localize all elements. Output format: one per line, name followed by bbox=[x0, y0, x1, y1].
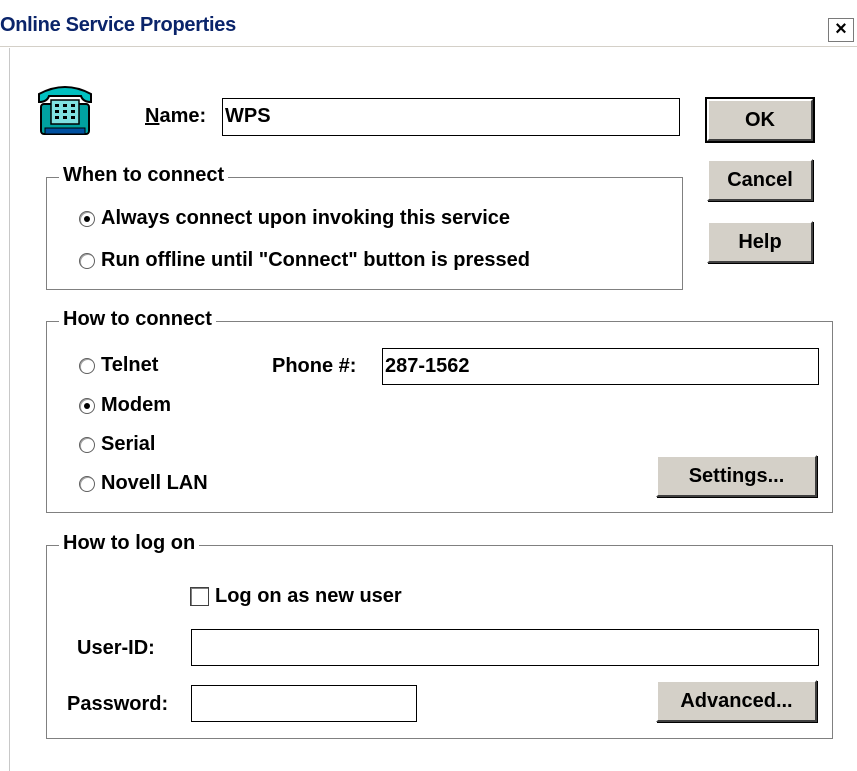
settings-button[interactable]: Settings... bbox=[656, 455, 817, 497]
radio-button[interactable] bbox=[79, 357, 95, 374]
title-bar: Online Service Properties × bbox=[0, 0, 857, 47]
radio-novell-lan[interactable]: Novell LAN bbox=[79, 472, 208, 495]
when-to-connect-group: When to connect Always connect upon invo… bbox=[46, 164, 683, 290]
how-to-log-on-title: How to log on bbox=[59, 532, 200, 555]
radio-always-connect[interactable]: Always connect upon invoking this servic… bbox=[79, 207, 510, 230]
new-user-label: Log on as new user bbox=[215, 585, 402, 607]
radio-button[interactable] bbox=[79, 397, 95, 414]
telephone-icon bbox=[37, 80, 93, 140]
new-user-checkbox[interactable] bbox=[190, 587, 209, 606]
when-to-connect-title: When to connect bbox=[59, 164, 229, 187]
userid-label: User-ID: bbox=[77, 637, 155, 659]
name-field[interactable]: WPS bbox=[222, 98, 680, 136]
radio-serial[interactable]: Serial bbox=[79, 433, 155, 456]
radio-button[interactable] bbox=[79, 436, 95, 453]
how-to-connect-group: How to connect Telnet Modem Serial Novel… bbox=[46, 308, 833, 513]
password-field[interactable] bbox=[191, 685, 417, 722]
radio-modem[interactable]: Modem bbox=[79, 394, 171, 417]
window-title: Online Service Properties bbox=[0, 14, 236, 36]
radio-button[interactable] bbox=[79, 210, 95, 227]
ok-button[interactable]: OK bbox=[705, 97, 815, 143]
password-label: Password: bbox=[67, 693, 169, 715]
advanced-button[interactable]: Advanced... bbox=[656, 680, 817, 722]
radio-label: Modem bbox=[101, 394, 171, 416]
radio-run-offline[interactable]: Run offline until "Connect" button is pr… bbox=[79, 249, 530, 272]
phone-label: Phone #: bbox=[272, 355, 357, 377]
help-button[interactable]: Help bbox=[707, 221, 813, 263]
radio-telnet[interactable]: Telnet bbox=[79, 354, 158, 377]
radio-label: Novell LAN bbox=[101, 472, 208, 494]
radio-label: Always connect upon invoking this servic… bbox=[101, 207, 510, 229]
phone-field[interactable]: 287-1562 bbox=[382, 348, 819, 385]
userid-field[interactable] bbox=[191, 629, 819, 666]
new-user-checkbox-row[interactable]: Log on as new user bbox=[190, 585, 402, 608]
radio-button[interactable] bbox=[79, 252, 95, 269]
cancel-button[interactable]: Cancel bbox=[707, 159, 813, 201]
radio-label: Run offline until "Connect" button is pr… bbox=[101, 249, 530, 271]
radio-label: Serial bbox=[101, 433, 156, 455]
name-label: Name: bbox=[145, 105, 207, 127]
radio-label: Telnet bbox=[101, 354, 159, 376]
close-button[interactable]: × bbox=[828, 18, 854, 42]
dialog-body: Name: WPS OK Cancel Help When to connect… bbox=[10, 48, 857, 771]
radio-button[interactable] bbox=[79, 475, 95, 492]
how-to-log-on-group: How to log on Log on as new user User-ID… bbox=[46, 532, 833, 739]
how-to-connect-title: How to connect bbox=[59, 308, 216, 331]
